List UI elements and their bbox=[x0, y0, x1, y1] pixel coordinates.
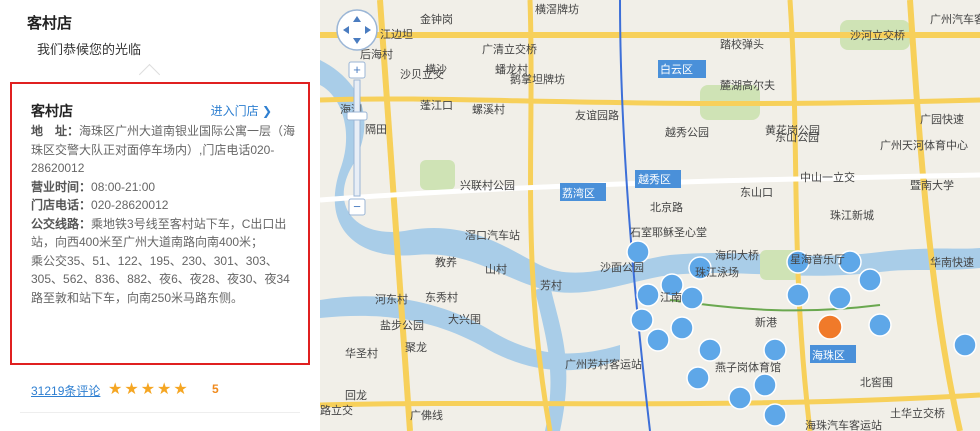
rating-score: 5 bbox=[212, 382, 219, 396]
map-place-label: 沙面公园 bbox=[600, 262, 644, 274]
map-place-label: 星海音乐厅 bbox=[790, 254, 845, 266]
map-place-label: 华圣村 bbox=[345, 348, 378, 360]
phone-label: 门店电话： bbox=[31, 198, 92, 212]
map-place-label: 蓬江口 bbox=[420, 100, 453, 112]
map-place-label: 石室耶稣圣心堂 bbox=[630, 227, 707, 239]
map-place-label: 金钟岗 bbox=[420, 14, 453, 26]
transit-label: 公交线路： bbox=[31, 216, 92, 231]
hours-value: 08:00-21:00 bbox=[91, 179, 156, 194]
map-place-label: 东山口 bbox=[740, 187, 773, 199]
map-place-label: 山村 bbox=[485, 264, 507, 276]
map-canvas[interactable] bbox=[320, 0, 980, 431]
map-place-label: 越秀公园 bbox=[665, 127, 709, 139]
store-title: 客村店 bbox=[27, 15, 73, 32]
map-place-label: 海珠汽车客运站 bbox=[805, 420, 882, 431]
phone-value: 020-28620012 bbox=[91, 198, 169, 212]
map-place-label: 燕子岗体育馆 bbox=[715, 362, 781, 374]
map-place-label: 沙贝立交 bbox=[400, 69, 444, 81]
map-place-label: 越秀区 bbox=[638, 174, 671, 186]
map-place-label: 荔湾区 bbox=[562, 188, 595, 200]
map-view[interactable]: 金钟岗 江边坦 后海村 横沙 蟠龙村 沙贝立交 广清立交桥 横滘牌坊 鹅掌坦牌坊 白云区 踏校弹头沙… bbox=[320, 0, 980, 431]
address-label: 地 址： bbox=[31, 124, 80, 138]
reviews-link[interactable]: 31219条评论 bbox=[31, 382, 100, 399]
map-place-label: 暨南大学 bbox=[910, 180, 954, 192]
map-place-label: 白云区 bbox=[660, 64, 693, 76]
store-subtitle: 我们恭候您的光临 bbox=[37, 42, 142, 57]
map-place-label: 路立交 bbox=[320, 405, 353, 417]
map-place-label: 广州芳村客运站 bbox=[565, 359, 642, 371]
map-place-label: 教养 bbox=[435, 257, 457, 269]
map-place-label: 江南 bbox=[660, 292, 682, 304]
map-place-label: 广州汽车客运 bbox=[930, 14, 980, 26]
store-sidebar: 客村店 我们恭候您的光临 客村店 进入门店 ❯ 地 址：海珠区广州大道南银业国际… bbox=[0, 0, 320, 431]
map-place-label: 广园快速 bbox=[920, 114, 964, 126]
map-place-label: 芳村 bbox=[540, 280, 562, 292]
map-place-label: 螺溪村 bbox=[472, 104, 505, 116]
rating-stars-icon: ★★★★★ bbox=[108, 381, 190, 398]
divider bbox=[20, 412, 300, 413]
map-place-label: 横滘牌坊 bbox=[535, 4, 579, 16]
map-place-label: 鹅掌坦牌坊 bbox=[510, 74, 565, 86]
svg-text:+: + bbox=[353, 62, 361, 77]
map-place-label: 东秀村 bbox=[425, 292, 458, 304]
bus-value: 乘公交35、51、122、195、230、301、303、305、562、836… bbox=[31, 253, 290, 305]
svg-text:−: − bbox=[353, 199, 361, 214]
map-place-label: 广州天河体育中心 bbox=[880, 140, 968, 152]
map-place-label: 江边坦 bbox=[380, 29, 413, 41]
map-place-label: 华南快速 bbox=[930, 257, 974, 269]
map-place-label: 盐步公园 bbox=[380, 320, 424, 332]
map-place-label: 新港 bbox=[755, 317, 777, 329]
store-name: 客村店 bbox=[31, 103, 73, 119]
map-place-label: 土华立交桥 bbox=[890, 408, 945, 420]
map-place-label: 海印大桥 bbox=[715, 250, 759, 262]
store-info-card: 客村店 进入门店 ❯ 地 址：海珠区广州大道南银业国际公寓一层（海珠区交警大队正… bbox=[10, 82, 310, 365]
store-details: 地 址：海珠区广州大道南银业国际公寓一层（海珠区交警大队正对面停车场内）,门店电… bbox=[31, 122, 299, 307]
map-place-label: 中山一立交 bbox=[800, 172, 855, 184]
map-place-label: 沙河立交桥 bbox=[850, 30, 905, 42]
map-place-label: 滘口汽车站 bbox=[465, 230, 520, 242]
map-place-label: 兴联村公园 bbox=[460, 180, 515, 192]
map-place-label: 海珠区 bbox=[812, 350, 845, 362]
hours-label: 营业时间： bbox=[31, 179, 92, 194]
map-place-label: 大兴围 bbox=[448, 314, 481, 326]
zoom-control[interactable]: + − bbox=[334, 8, 380, 218]
map-place-label: 河东村 bbox=[375, 294, 408, 306]
map-place-label: 珠江泳场 bbox=[695, 267, 739, 279]
map-place-label: 回龙 bbox=[345, 390, 367, 402]
map-place-label: 北京路 bbox=[650, 202, 683, 214]
map-place-label: 广清立交桥 bbox=[482, 44, 537, 56]
enter-store-link[interactable]: 进入门店 ❯ bbox=[211, 102, 272, 119]
map-place-label: 珠江新城 bbox=[830, 210, 874, 222]
map-place-label: 友谊园路 bbox=[575, 110, 619, 122]
map-place-label: 广佛线 bbox=[410, 410, 443, 422]
map-place-label: 麓湖高尔夫 bbox=[720, 80, 775, 92]
map-place-label: 北窖围 bbox=[860, 377, 893, 389]
map-place-label: 聚龙 bbox=[405, 342, 427, 354]
map-place-label: 踏校弹头 bbox=[720, 39, 764, 51]
map-place-label: 黄花岗公园 bbox=[765, 125, 820, 137]
